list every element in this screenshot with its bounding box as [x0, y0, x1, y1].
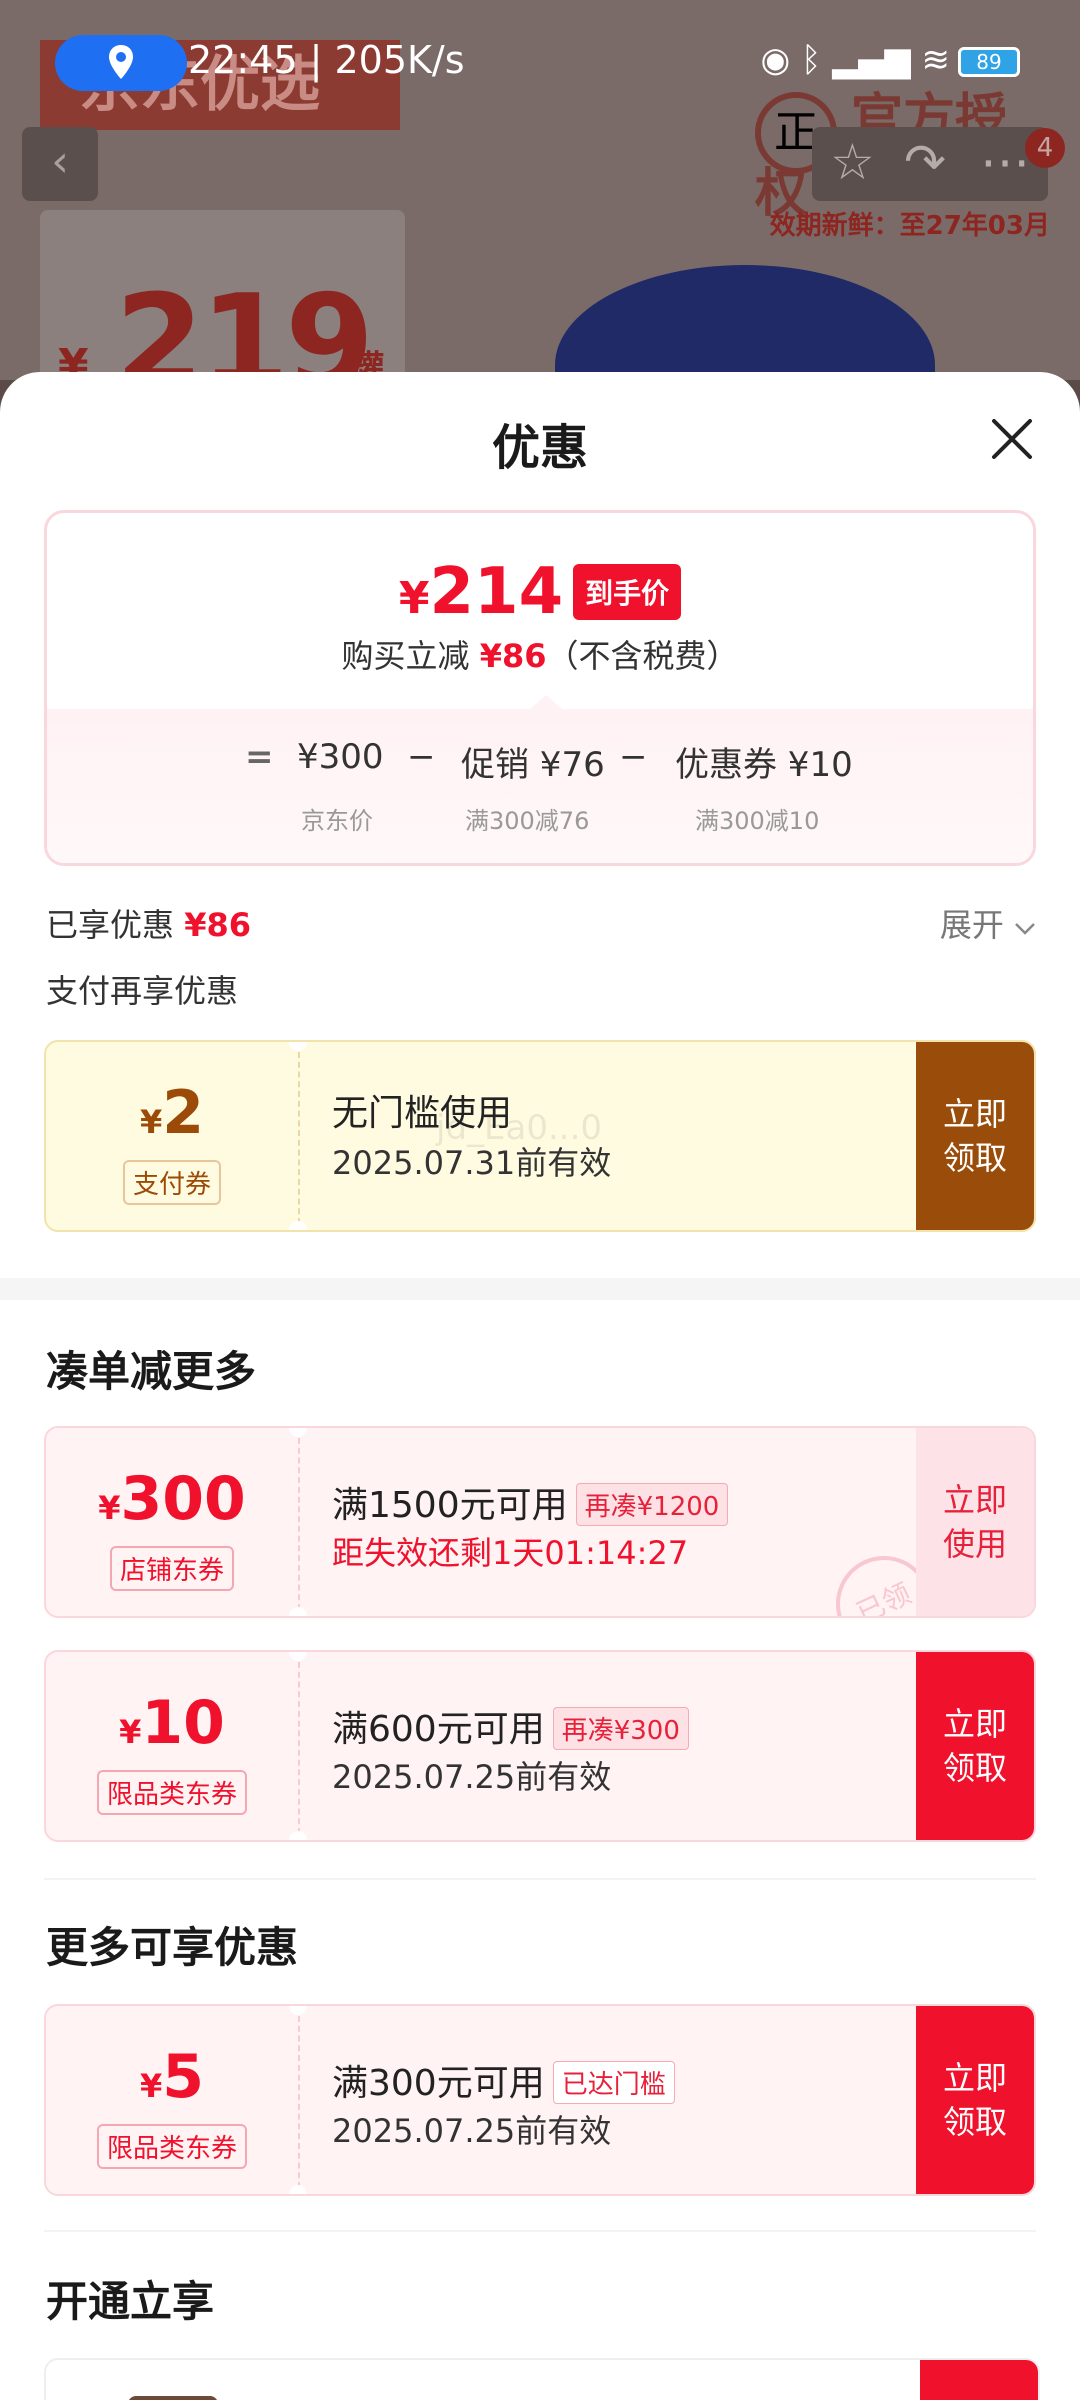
- status-time: 22:45 | 205K/s: [188, 38, 465, 82]
- status-bar: 22:45 | 205K/s ◉ ᛒ ▂▄▆ ≋ 89: [0, 0, 1080, 126]
- coupon-type: 限品类东券: [96, 2124, 248, 2169]
- saved-amount-line: 购买立减 ¥86（不含税费）: [341, 637, 739, 675]
- favorite-star-icon[interactable]: ☆: [830, 133, 875, 191]
- open-button[interactable]: [920, 2360, 1038, 2400]
- coupon-countdown: 距失效还剩1天01:14:27: [332, 1534, 689, 1572]
- coupon-type: 支付券: [122, 1160, 222, 1205]
- category-coupon-card: ¥5 限品类东券 满300元可用 已达门槛 2025.07.25前有效 立即 领取: [44, 2004, 1036, 2196]
- divider: [44, 1878, 1036, 1880]
- membership-offer-card: [44, 2358, 1040, 2400]
- coupon-condition: 无门槛使用: [332, 1093, 513, 1134]
- coupon-validity: 2025.07.25前有效: [332, 1758, 612, 1796]
- enjoyed-discount: 已享优惠 ¥86: [46, 906, 251, 944]
- coupon-type: 限品类东券: [96, 1770, 248, 1815]
- nfc-icon: ◉: [760, 40, 791, 80]
- final-price: ¥214: [398, 555, 564, 629]
- price-breakdown: = ¥300 − 促销 ¥76 − 优惠券 ¥10 京东价 满300减76 满3…: [47, 695, 1033, 863]
- category-coupon-card: ¥10 限品类东券 满600元可用 再凑¥300 2025.07.25前有效 立即…: [44, 1650, 1036, 1842]
- coupon-condition: 满1500元可用 再凑¥1200: [332, 1476, 729, 1529]
- system-icons: ◉ ᛒ ▂▄▆ ≋: [761, 40, 950, 80]
- coupon-amount: ¥10: [119, 1688, 225, 1758]
- bluetooth-icon: ᛒ: [801, 40, 822, 80]
- back-button[interactable]: ‹: [22, 127, 98, 201]
- more-icon[interactable]: ⋯: [980, 133, 1030, 191]
- coupon-label: 满300减10: [695, 807, 820, 835]
- claim-button[interactable]: 立即 领取: [916, 1652, 1034, 1840]
- divider: [44, 2230, 1036, 2232]
- coupon-validity: 2025.07.25前有效: [332, 2112, 612, 2150]
- expiry-label: 效期新鲜：至27年03月: [769, 211, 1050, 241]
- wifi-icon: ≋: [921, 40, 951, 80]
- coupon-tag: 已达门槛: [552, 2060, 675, 2104]
- minus-sign: −: [619, 737, 648, 777]
- price-card: ¥ 219 /罐: [40, 210, 405, 380]
- pay-more-label: 支付再享优惠: [46, 972, 239, 1010]
- discount-sheet: 优惠 ¥214 到手价 购买立减 ¥86（不含税费） = ¥300 − 促销 ¥7…: [0, 372, 1080, 2400]
- price-summary-card: ¥214 到手价 购买立减 ¥86（不含税费） = ¥300 − 促销 ¥76 −…: [44, 510, 1036, 866]
- signal-icon: ▂▄▆: [832, 40, 911, 80]
- section-divider: [0, 1278, 1080, 1300]
- location-pill: [55, 35, 187, 91]
- coupon-amount: ¥5: [139, 2042, 204, 2112]
- chevron-down-icon: [1015, 923, 1035, 935]
- location-pin-icon: [109, 45, 133, 79]
- store-coupon-card: ¥300 店铺东券 满1500元可用 再凑¥1200 距失效还剩1天01:14:2…: [44, 1426, 1036, 1618]
- promo-amount: 促销 ¥76: [461, 745, 605, 785]
- coupon-amount: ¥300: [98, 1464, 246, 1534]
- coupon-condition: 满300元可用 已达门槛: [332, 2054, 675, 2107]
- claim-button[interactable]: 立即 领取: [916, 2006, 1034, 2194]
- final-price-tag: 到手价: [573, 564, 682, 620]
- section-title-enjoy: 更多可享优惠: [46, 1923, 299, 1972]
- section-title-more: 凑单减更多: [46, 1347, 257, 1396]
- sheet-title: 优惠: [491, 420, 588, 476]
- battery-icon: 89: [958, 47, 1020, 77]
- coupon-condition: 满600元可用 再凑¥300: [332, 1700, 689, 1753]
- use-button[interactable]: 立即 使用: [916, 1428, 1034, 1616]
- coupon-amount: ¥2: [139, 1078, 204, 1148]
- expand-button[interactable]: 展开: [940, 900, 1036, 946]
- jd-price: ¥300: [297, 737, 384, 777]
- coupon-type: 店铺东券: [109, 1546, 235, 1591]
- jd-price-label: 京东价: [301, 807, 373, 835]
- coupon-tag: 再凑¥300: [552, 1706, 689, 1750]
- cart-badge: 4: [1025, 128, 1065, 168]
- top-action-bar: ☆ ↷ ⋯: [812, 127, 1048, 201]
- coupon-tag: 再凑¥1200: [575, 1482, 729, 1526]
- offer-thumbnail: [128, 2396, 218, 2400]
- coupon-validity: 2025.07.31前有效: [332, 1144, 612, 1182]
- minus-sign: −: [407, 737, 436, 777]
- share-icon[interactable]: ↷: [904, 133, 946, 191]
- promo-label: 满300减76: [465, 807, 590, 835]
- pay-coupon-card: ¥2 支付券 jd_Ea0...0 无门槛使用 2025.07.31前有效 立即…: [44, 1040, 1036, 1232]
- price-value: 219: [115, 268, 374, 380]
- section-title-open: 开通立享: [46, 2277, 215, 2326]
- equals-sign: =: [245, 737, 274, 777]
- product-image: [555, 265, 935, 380]
- claim-button[interactable]: 立即 领取: [916, 1042, 1034, 1230]
- coupon-amount: 优惠券 ¥10: [675, 745, 853, 785]
- close-icon[interactable]: [988, 415, 1036, 463]
